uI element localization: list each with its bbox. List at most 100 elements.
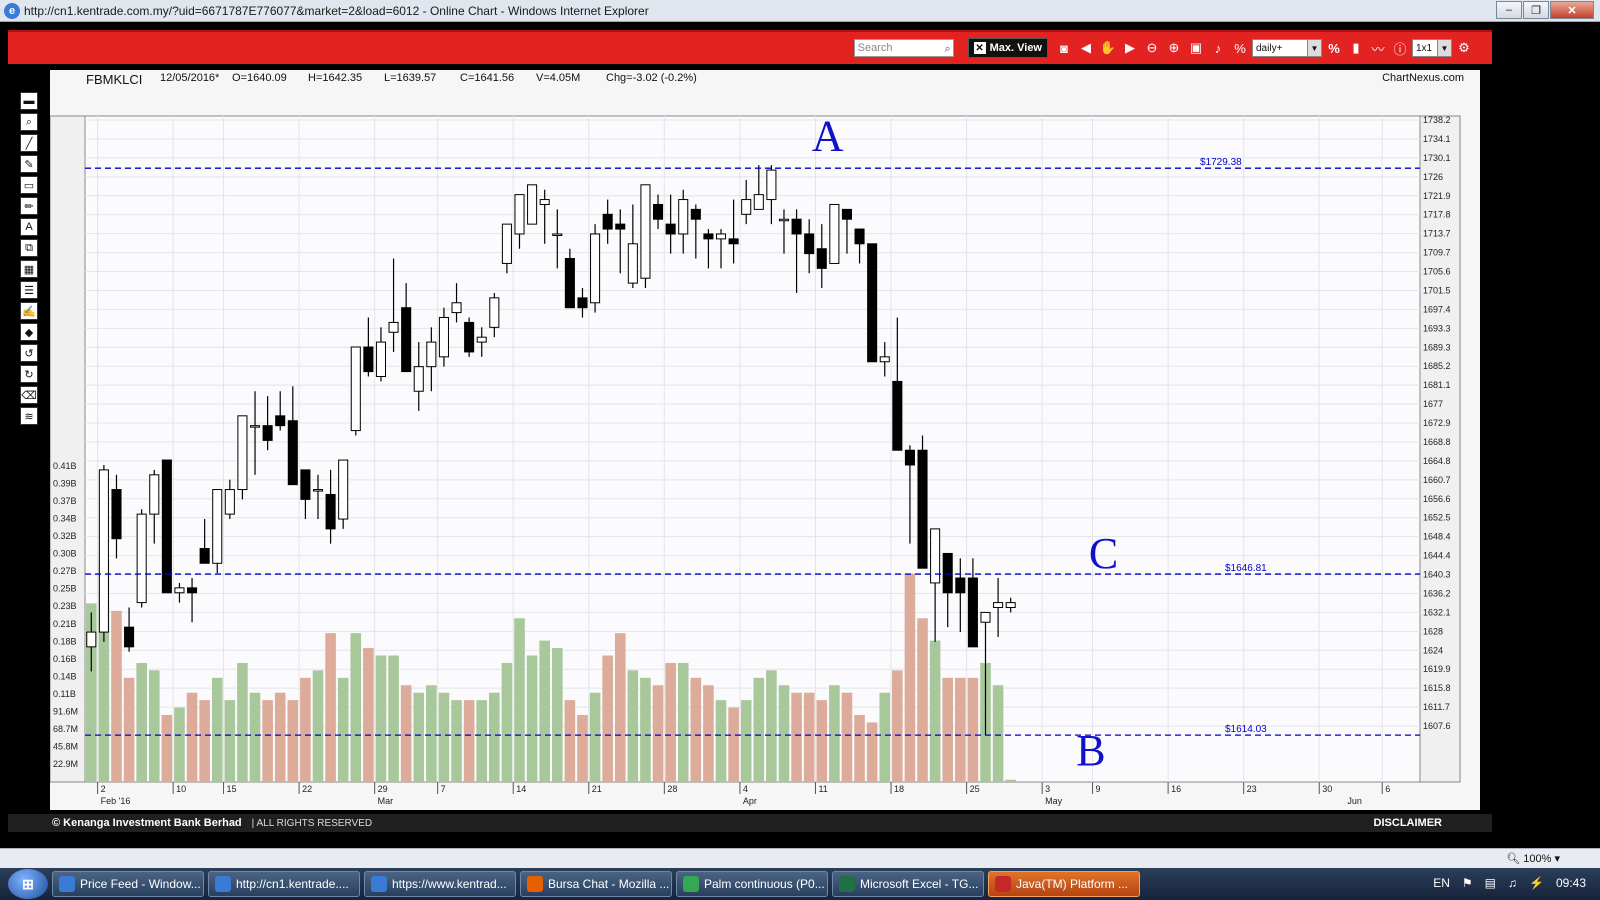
pen-tool-icon[interactable]: ✎ [20, 155, 38, 173]
candle-body [401, 307, 412, 373]
redo-tool-icon[interactable]: ↻ [20, 365, 38, 383]
microphone-icon[interactable]: ♪ [1208, 38, 1228, 58]
list-tool-icon[interactable]: ☰ [20, 281, 38, 299]
crosshair-tool-icon[interactable]: ▬ [20, 92, 38, 110]
volume-bar [174, 707, 185, 782]
camera-icon[interactable]: ◙ [1054, 38, 1074, 58]
eraser-tool-icon[interactable]: ⌫ [20, 386, 38, 404]
search-input[interactable]: Search ⌕ [853, 39, 954, 57]
layout-select[interactable]: 1x1 ▼ [1412, 39, 1452, 57]
price-tick-label: 1685.2 [1423, 361, 1451, 371]
line-chart-icon[interactable]: 〰 [1368, 38, 1388, 58]
percent-icon[interactable]: % [1324, 38, 1344, 58]
taskbar-item[interactable]: Palm continuous (P0... [676, 871, 828, 897]
candle-body [174, 587, 185, 594]
zoom-level[interactable]: 🔍︎ 100% ▾ [1506, 852, 1560, 865]
volume-bar [350, 633, 362, 782]
power-icon[interactable]: ⚡ [1529, 876, 1544, 890]
taskbar-item[interactable]: Java(TM) Platform ... [988, 871, 1140, 897]
print-icon[interactable]: ▣ [1186, 38, 1206, 58]
volume-bar [614, 633, 626, 782]
taskbar-item[interactable]: http://cn1.kentrade.... [208, 871, 360, 897]
info-icon[interactable]: ⓘ [1390, 38, 1410, 58]
volume-tick-label: 0.37B [53, 496, 77, 506]
volume-tick-label: 45.8M [53, 741, 78, 751]
rectangle-tool-icon[interactable]: ▭ [20, 176, 38, 194]
volume-bar [148, 670, 160, 782]
candle-body [816, 248, 827, 269]
price-tick-label: 1713.7 [1423, 229, 1451, 239]
chrome-icon [683, 876, 699, 892]
grid-tool-icon[interactable]: ▦ [20, 260, 38, 278]
percent-tool-icon[interactable]: % [1230, 38, 1250, 58]
volume-tick-label: 68.7M [53, 724, 78, 734]
candle-body [766, 169, 777, 201]
candle-body [338, 459, 349, 520]
taskbar-item[interactable]: Price Feed - Window... [52, 871, 204, 897]
search-icon[interactable]: ⌕ [944, 41, 950, 57]
candle-body [917, 449, 928, 569]
candle-body [829, 203, 840, 264]
fibonacci-tool-icon[interactable]: ≋ [20, 407, 38, 425]
bar-chart-icon[interactable]: ▮ [1346, 38, 1366, 58]
clock[interactable]: 09:43 [1556, 876, 1586, 890]
time-tick-label: 3 [1045, 784, 1050, 794]
draw-tool-icon[interactable]: ✍ [20, 302, 38, 320]
copy-tool-icon[interactable]: ⧉ [20, 239, 38, 257]
network-icon[interactable]: ▤ [1485, 876, 1496, 890]
candlestick-chart[interactable]: 1738.2 1734.1 1730.1 1726 1721.9 1717.8 1713.7… [50, 70, 1480, 810]
interval-select[interactable]: daily+ ▼ [1252, 39, 1322, 57]
minimize-button[interactable]: – [1496, 1, 1522, 19]
undo-tool-icon[interactable]: ↺ [20, 344, 38, 362]
volume-bar [677, 662, 689, 782]
flag-icon[interactable]: ⚑ [1462, 876, 1473, 890]
forward-icon[interactable]: ▶ [1120, 38, 1140, 58]
candle-body [464, 321, 475, 353]
price-tick-label: 1701.5 [1423, 285, 1451, 295]
volume-bar [753, 677, 765, 782]
hand-icon[interactable]: ✋ [1098, 38, 1118, 58]
close-button[interactable]: ✕ [1550, 1, 1594, 19]
line-tool-icon[interactable]: ╱ [20, 134, 38, 152]
candle-body [867, 243, 878, 363]
volume-bar [388, 655, 399, 782]
chart-area[interactable]: 1738.2 1734.1 1730.1 1726 1721.9 1717.8 1713.7… [50, 70, 1480, 810]
candle-body [212, 489, 223, 564]
volume-bar [841, 692, 853, 782]
quote-change: Chg=-3.02 (-0.2%) [606, 72, 697, 84]
zoom-out-icon[interactable]: ⊖ [1142, 38, 1162, 58]
taskbar-item-label: Bursa Chat - Mozilla ... [548, 877, 670, 891]
fill-tool-icon[interactable]: ◆ [20, 323, 38, 341]
zoom-in-icon[interactable]: ⊕ [1164, 38, 1184, 58]
price-tick-label: 1709.7 [1423, 248, 1451, 258]
max-view-button[interactable]: ✕ Max. View [967, 38, 1048, 58]
language-indicator[interactable]: EN [1433, 876, 1450, 890]
price-tick-label: 1677 [1423, 399, 1443, 409]
layout-value: 1x1 [1416, 42, 1433, 54]
disclaimer-link[interactable]: DISCLAIMER [1374, 817, 1442, 829]
taskbar-item[interactable]: https://www.kentrad... [364, 871, 516, 897]
candle-body [501, 223, 512, 264]
text-tool-icon[interactable]: A [20, 218, 38, 236]
volume-icon[interactable]: ♫ [1508, 876, 1517, 890]
settings-icon[interactable]: ⚙ [1454, 38, 1474, 58]
maximize-button[interactable]: ❐ [1523, 1, 1549, 19]
candle-body [791, 218, 802, 235]
candle-body [904, 449, 915, 466]
candle-body [741, 199, 752, 215]
start-button[interactable]: ⊞ [8, 869, 48, 899]
taskbar-item[interactable]: Bursa Chat - Mozilla ... [520, 871, 672, 897]
price-tick-label: 1721.9 [1423, 191, 1451, 201]
rewind-icon[interactable]: ◀ [1076, 38, 1096, 58]
volume-bar [577, 715, 588, 782]
zoom-tool-icon[interactable]: ⌕ [20, 113, 38, 131]
price-tick-label: 1668.8 [1423, 437, 1451, 447]
volume-bar [854, 715, 865, 782]
pencil-tool-icon[interactable]: ✏ [20, 197, 38, 215]
month-label: Feb '16 [101, 796, 131, 806]
candle-body [388, 321, 399, 333]
volume-bar [829, 685, 840, 782]
annotation-label: C [1089, 529, 1118, 578]
taskbar-item[interactable]: Microsoft Excel - TG... [832, 871, 984, 897]
candle-body [363, 346, 374, 373]
